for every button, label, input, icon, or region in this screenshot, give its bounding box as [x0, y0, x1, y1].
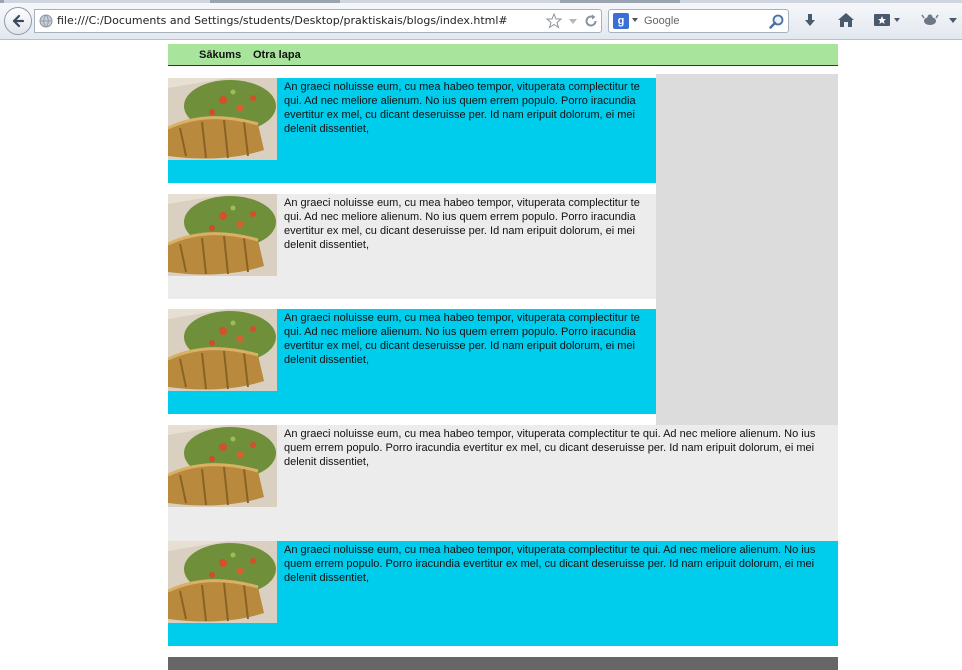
- post-image: [168, 541, 277, 623]
- download-button[interactable]: [800, 10, 820, 30]
- url-text: file:///C:/Documents and Settings/studen…: [57, 14, 508, 27]
- chevron-down-icon: [949, 18, 957, 23]
- post-text: An graeci noluisse eum, cu mea habeo tem…: [284, 81, 640, 135]
- tab-edge: [560, 0, 680, 3]
- nav-link-home[interactable]: Sākums: [199, 49, 241, 61]
- back-arrow-icon: [12, 14, 25, 28]
- post-image: [168, 194, 277, 276]
- back-button[interactable]: [4, 7, 32, 35]
- download-icon: [805, 14, 815, 26]
- home-button[interactable]: [836, 10, 856, 30]
- chevron-down-icon[interactable]: [632, 18, 638, 22]
- footer: [168, 657, 838, 670]
- bookmarks-button[interactable]: [872, 10, 904, 30]
- menu-button[interactable]: [946, 10, 960, 30]
- blog-post: An graeci noluisse eum, cu mea habeo tem…: [168, 194, 656, 299]
- addon-icon: [921, 14, 939, 25]
- sidebar: [656, 74, 838, 438]
- post-text: An graeci noluisse eum, cu mea habeo tem…: [284, 312, 640, 366]
- addon-button[interactable]: [920, 10, 940, 30]
- nav-bar: Sākums Otra lapa: [168, 44, 838, 66]
- page: Sākums Otra lapa An graeci noluisse eum,…: [168, 44, 838, 670]
- reload-icon[interactable]: [583, 13, 599, 29]
- blog-post: An graeci noluisse eum, cu mea habeo tem…: [168, 309, 656, 414]
- post-image: [168, 78, 277, 160]
- post-text: An graeci noluisse eum, cu mea habeo tem…: [284, 197, 640, 251]
- post-text: An graeci noluisse eum, cu mea habeo tem…: [284, 544, 816, 584]
- tab-edge: [0, 0, 4, 3]
- tab-strip: [0, 0, 962, 3]
- star-icon[interactable]: [545, 12, 563, 30]
- post-image: [168, 309, 277, 391]
- nav-link-second-page[interactable]: Otra lapa: [253, 49, 301, 61]
- bookmarks-icon: [874, 14, 900, 26]
- google-icon[interactable]: g: [613, 13, 629, 29]
- globe-icon: [39, 14, 53, 28]
- browser-toolbar: file:///C:/Documents and Settings/studen…: [0, 0, 962, 40]
- chevron-down-icon[interactable]: [567, 13, 579, 29]
- blog-post: An graeci noluisse eum, cu mea habeo tem…: [168, 541, 838, 646]
- tab-edge: [210, 0, 340, 3]
- search-placeholder: Google: [644, 15, 680, 27]
- post-text: An graeci noluisse eum, cu mea habeo tem…: [284, 428, 816, 468]
- blog-post: An graeci noluisse eum, cu mea habeo tem…: [168, 425, 838, 530]
- blog-post: An graeci noluisse eum, cu mea habeo tem…: [168, 78, 656, 183]
- home-icon: [838, 13, 854, 27]
- search-bar[interactable]: g Google: [608, 9, 789, 33]
- url-bar[interactable]: file:///C:/Documents and Settings/studen…: [34, 9, 602, 33]
- magnifier-icon[interactable]: [768, 13, 786, 31]
- post-image: [168, 425, 277, 507]
